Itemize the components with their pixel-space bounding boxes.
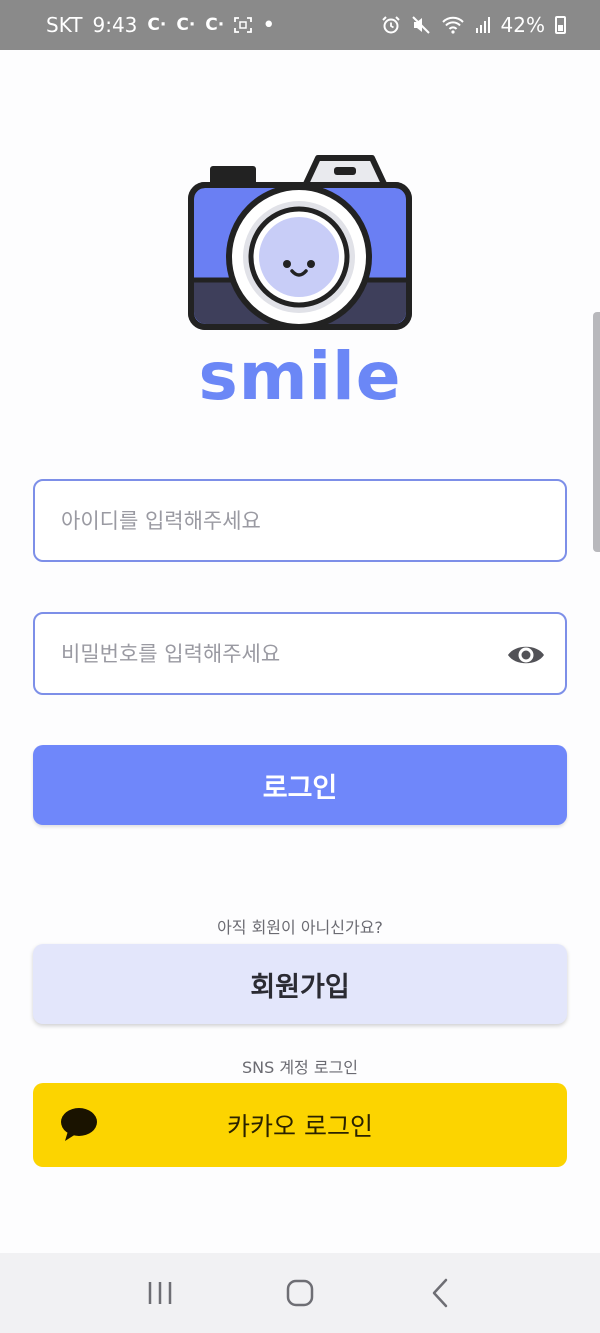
system-nav-bar: [0, 1253, 600, 1333]
battery-icon: [555, 16, 566, 34]
more-notifications-dot: •: [262, 12, 276, 38]
app-logo: smile: [186, 152, 414, 415]
login-screen: SKT 9:43 C· C· C· • 42% smile 아이디를 입력해주세…: [0, 0, 600, 1333]
brand-wordmark: smile: [186, 338, 414, 415]
kakao-login-label: 카카오 로그인: [227, 1112, 373, 1141]
status-right: 42%: [381, 13, 566, 37]
recent-apps-icon: [148, 1282, 172, 1304]
screenshot-icon: [234, 17, 253, 33]
password-field[interactable]: [33, 612, 567, 695]
scrollbar[interactable]: [593, 312, 600, 552]
mute-icon: [411, 16, 430, 34]
signup-prompt: 아직 회원이 아니신가요?: [217, 918, 383, 937]
battery-percent: 42%: [500, 13, 545, 37]
kakao-login-button[interactable]: 카카오 로그인: [33, 1083, 567, 1167]
notification-icon: C·: [147, 15, 167, 35]
signup-button[interactable]: 회원가입: [33, 944, 567, 1024]
sns-login-label: SNS 계정 로그인: [241, 1058, 359, 1077]
show-password-eye-icon[interactable]: [507, 640, 545, 670]
signup-button-label: 회원가입: [250, 971, 350, 1003]
status-left: SKT 9:43 C· C· C· •: [46, 13, 275, 38]
notification-icon: C·: [205, 15, 225, 35]
back-icon: [432, 1278, 448, 1308]
alarm-icon: [381, 16, 400, 34]
clock: 9:43: [92, 13, 138, 37]
kakao-speech-bubble-icon: [61, 1108, 97, 1141]
carrier-label: SKT: [46, 13, 83, 37]
back-button[interactable]: [410, 1263, 470, 1323]
password-input[interactable]: [61, 641, 539, 666]
home-button[interactable]: [270, 1263, 330, 1323]
brand-name: smile: [198, 338, 402, 415]
recent-apps-button[interactable]: [130, 1263, 190, 1323]
wifi-icon: [441, 16, 464, 34]
signal-icon: [475, 17, 490, 33]
login-button-label: 로그인: [262, 772, 338, 804]
status-bar: SKT 9:43 C· C· C· • 42%: [0, 0, 600, 50]
id-input[interactable]: [61, 508, 539, 533]
camera-logo-icon: [188, 155, 412, 330]
home-icon: [286, 1279, 314, 1307]
login-button[interactable]: 로그인: [33, 745, 567, 825]
notification-icon: C·: [176, 15, 196, 35]
id-field[interactable]: [33, 479, 567, 562]
